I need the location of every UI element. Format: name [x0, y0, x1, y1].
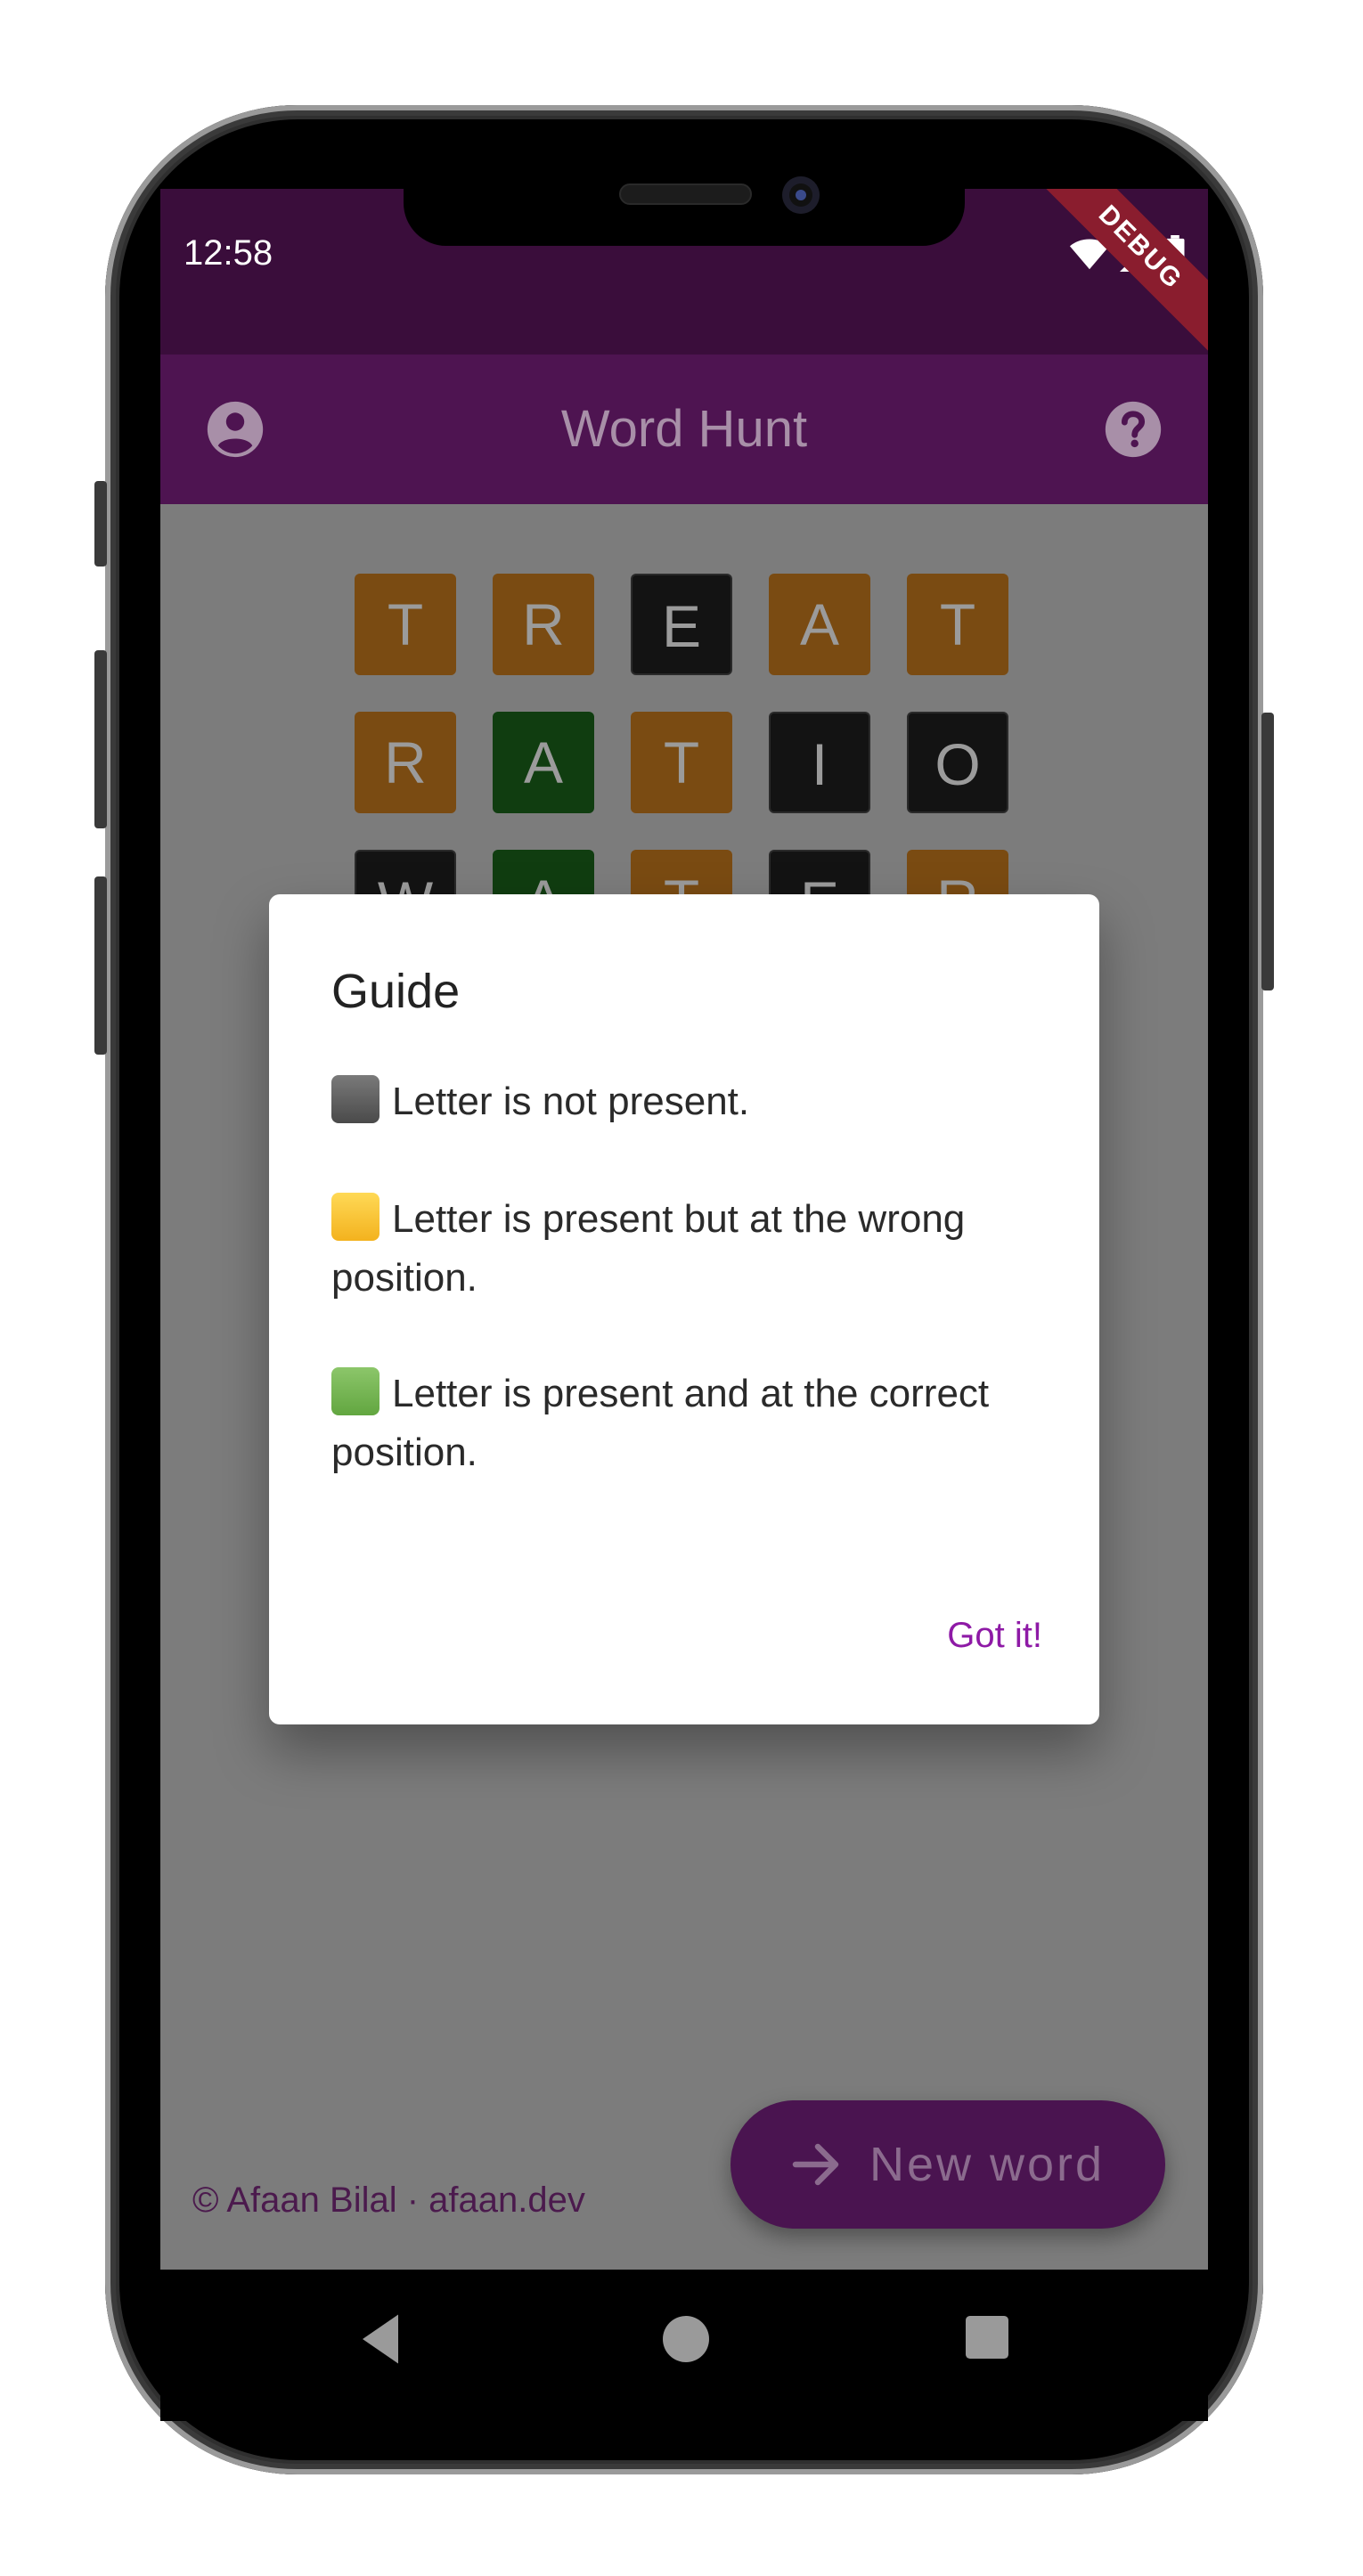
phone-side-button-volume-up [94, 650, 107, 828]
phone-camera [782, 176, 820, 214]
guide-text-not-present: Letter is not present. [392, 1080, 750, 1123]
phone-side-button-volume-down [94, 876, 107, 1055]
guide-text-wrong-position: Letter is present but at the wrong posit… [331, 1197, 966, 1300]
tile-r1-c5: T [907, 574, 1008, 675]
got-it-button[interactable]: Got it! [947, 1616, 1042, 1656]
app-bar: Word Hunt [160, 355, 1208, 504]
green-square-icon [331, 1367, 380, 1415]
guide-dialog: Guide Letter is not present. Letter is p… [269, 894, 1099, 1724]
recents-icon[interactable] [966, 2316, 1008, 2359]
back-icon[interactable] [358, 2312, 403, 2366]
guide-item-not-present: Letter is not present. [331, 1072, 1044, 1131]
new-word-label: New word [869, 2138, 1106, 2191]
tile-r1-c1: T [355, 574, 456, 675]
arrow-right-icon [792, 2143, 839, 2186]
guide-item-wrong-position: Letter is present but at the wrong posit… [331, 1190, 1044, 1308]
tile-r2-c4: I [769, 712, 870, 813]
footer-credit[interactable]: © Afaan Bilal · afaan.dev [192, 2181, 585, 2221]
guide-item-correct-position: Letter is present and at the correct pos… [331, 1365, 1044, 1482]
phone-side-button-power [1261, 713, 1274, 990]
tile-r2-c3: T [631, 712, 732, 813]
guide-text-correct-position: Letter is present and at the correct pos… [331, 1372, 990, 1474]
help-icon[interactable] [1103, 399, 1163, 460]
status-time: 12:58 [184, 233, 273, 273]
home-icon[interactable] [663, 2316, 709, 2362]
phone-speaker [619, 183, 752, 205]
tile-r1-c2: R [493, 574, 594, 675]
yellow-square-icon [331, 1193, 380, 1241]
system-nav-bar [160, 2270, 1208, 2421]
gray-square-icon [331, 1075, 380, 1123]
new-word-button[interactable]: New word [730, 2100, 1165, 2229]
tile-r2-c2: A [493, 712, 594, 813]
tile-r1-c3: E [631, 574, 732, 675]
tile-r1-c4: A [769, 574, 870, 675]
debug-banner: DEBUG [1028, 189, 1208, 360]
phone-side-button-mute [94, 481, 107, 567]
app-title: Word Hunt [560, 400, 808, 458]
tile-r2-c5: O [907, 712, 1008, 813]
dialog-title: Guide [331, 965, 461, 1018]
tile-r2-c1: R [355, 712, 456, 813]
